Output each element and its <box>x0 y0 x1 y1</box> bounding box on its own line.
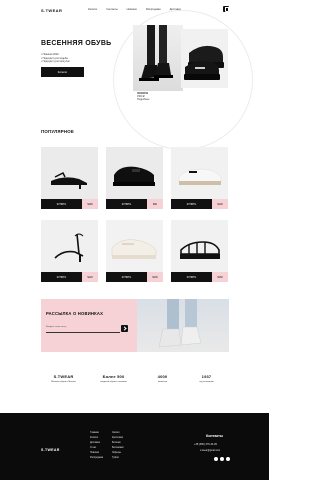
nav-item-catalog[interactable]: Каталог <box>88 8 97 11</box>
footer-link[interactable]: Распродажа <box>90 456 103 461</box>
product-price: $120 <box>82 272 98 282</box>
product-card: КУПИТЬ $120 <box>41 220 98 282</box>
catalog-button[interactable]: Каталог <box>41 67 84 77</box>
stat-desc: клиентов <box>157 381 168 383</box>
product-card: КУПИТЬ $100 <box>171 147 228 209</box>
product-image[interactable] <box>171 147 228 199</box>
social-icon[interactable] <box>226 457 230 461</box>
footer-phone[interactable]: +38 (380) 376-34-99 <box>194 443 217 446</box>
product-image[interactable] <box>106 220 163 272</box>
product-price: $90 <box>147 199 163 209</box>
buy-button[interactable]: КУПИТЬ <box>41 199 82 209</box>
footer-logo[interactable]: S.TWEAR <box>41 448 60 452</box>
stat-item: Более 500 моделей обуви в наличии <box>91 374 136 384</box>
footer-link[interactable]: Туфли <box>112 456 124 461</box>
buy-button[interactable]: КУПИТЬ <box>171 199 212 209</box>
buy-button[interactable]: КУПИТЬ <box>106 272 147 282</box>
buy-button[interactable]: КУПИТЬ <box>171 272 212 282</box>
product-image[interactable] <box>41 147 98 199</box>
product-price: $100 <box>212 199 228 209</box>
section-title-popular: ПОПУЛЯРНОЕ <box>41 129 74 134</box>
nav-item-sale[interactable]: Распродажа <box>146 8 161 11</box>
footer-links-main: Главная Каталог Доставка О нас Новинки Р… <box>90 431 103 461</box>
product-image[interactable] <box>171 220 228 272</box>
stat-item: S.TWEAR Магазин обуви в Москве <box>41 374 86 384</box>
stat-value: Более 500 <box>102 374 125 379</box>
stat-desc: Магазин обуви в Москве <box>51 381 76 383</box>
product-card: КУПИТЬ $150 <box>171 220 228 282</box>
footer-email[interactable]: s.twear@gmail.com <box>200 450 220 452</box>
product-price: $150 <box>212 272 228 282</box>
social-icon[interactable] <box>214 457 218 461</box>
footer-contacts-title: Контакты <box>206 434 223 438</box>
stat-item: 1937 год основания <box>184 374 229 384</box>
product-price: $180 <box>82 199 98 209</box>
stat-value: 1937 <box>201 374 212 379</box>
site-logo[interactable]: S.TWEAR <box>41 8 62 13</box>
product-image[interactable] <box>41 220 98 272</box>
product-card: КУПИТЬ $180 <box>41 147 98 209</box>
hero-caption-line[interactable]: Подробнее <box>137 98 149 101</box>
stat-desc: год основания <box>199 381 214 383</box>
newsletter-title: РАССЫЛКА О НОВИНКАХ <box>46 311 104 316</box>
hero-image-loafers <box>181 29 228 88</box>
newsletter-block: РАССЫЛКА О НОВИНКАХ Введите свою почту <box>41 299 229 352</box>
stat-value: 4000 <box>157 374 168 379</box>
hero-bullet: Подходит для прогулок <box>41 60 70 64</box>
hero-caption: ЛОФЕРЫ 1500 ₽ Подробнее <box>137 92 149 102</box>
product-card: КУПИТЬ $130 <box>106 220 163 282</box>
newsletter-panel: РАССЫЛКА О НОВИНКАХ Введите свою почту <box>41 299 137 352</box>
newsletter-email-input[interactable]: Введите свою почту <box>46 323 120 333</box>
nav-item-new[interactable]: Новинки <box>127 8 137 11</box>
social-icon[interactable] <box>220 457 224 461</box>
main-nav: Каталог Контакты Новинки Распродажа Дост… <box>88 8 181 11</box>
buy-button[interactable]: КУПИТЬ <box>106 199 147 209</box>
stat-value: S.TWEAR <box>53 374 74 379</box>
stat-item: 4000 клиентов <box>140 374 185 384</box>
site-footer: S.TWEAR Главная Каталог Доставка О нас Н… <box>0 413 269 480</box>
product-price: $130 <box>147 272 163 282</box>
cart-icon[interactable] <box>223 6 230 13</box>
product-card: КУПИТЬ $90 <box>106 147 163 209</box>
hero-image-boots <box>133 25 183 91</box>
stat-desc: моделей обуви в наличии <box>100 381 127 383</box>
hero-title: ВЕСЕННЯЯ ОБУВЬ <box>41 40 112 47</box>
hero-bullets: Новинки 2022 Подходит для ходьбы Подходи… <box>41 53 70 64</box>
footer-links-categories: Сапоги Кроссовки Ботинки Босоножки Лофер… <box>112 431 124 461</box>
product-image[interactable] <box>106 147 163 199</box>
buy-button[interactable]: КУПИТЬ <box>41 272 82 282</box>
newsletter-submit-button[interactable] <box>121 325 128 332</box>
nav-item-contacts[interactable]: Контакты <box>106 8 117 11</box>
newsletter-image <box>137 299 229 352</box>
